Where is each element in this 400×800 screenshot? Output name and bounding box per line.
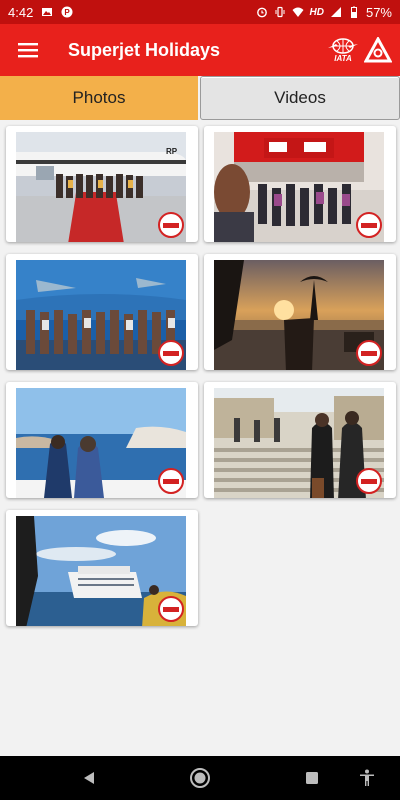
network-type: HD (309, 6, 324, 18)
signal-icon (330, 7, 341, 17)
superjet-watermark-icon (158, 596, 184, 622)
photo-card-sunset-lake[interactable] (204, 254, 396, 370)
superjet-watermark-icon (356, 340, 382, 366)
wifi-icon (292, 7, 304, 17)
taai-triangle-logo (364, 37, 392, 63)
tab-bar: Photos Videos (0, 76, 400, 120)
svg-text:RP: RP (166, 147, 178, 156)
home-icon[interactable] (189, 767, 211, 789)
status-time: 4:42 (8, 4, 34, 20)
iata-logo: IATA (328, 37, 358, 63)
superjet-watermark-icon (158, 468, 184, 494)
app-title: Superjet Holidays (68, 39, 221, 60)
app-bar: Superjet Holidays IATA (0, 24, 400, 76)
battery-level: 57% (365, 4, 392, 20)
recents-icon[interactable] (305, 771, 319, 785)
photo-card-ferrari-world-group[interactable] (204, 126, 396, 242)
superjet-watermark-icon (158, 340, 184, 366)
alarm-icon (256, 7, 267, 18)
superjet-watermark-icon (356, 468, 382, 494)
battery-icon (350, 6, 357, 18)
menu-button[interactable] (0, 24, 56, 76)
app-notification-icon: P (61, 6, 73, 18)
superjet-watermark-icon (356, 212, 382, 238)
svg-text:P: P (65, 8, 71, 17)
photo-card-steps-two-women[interactable] (204, 382, 396, 498)
photo-card-airplane-group[interactable]: RP (6, 126, 198, 242)
status-bar: 4:42 P HD 57% (0, 0, 400, 24)
iata-globe-icon (328, 37, 358, 54)
photo-card-cruise-ship[interactable] (6, 510, 198, 626)
tab-videos[interactable]: Videos (200, 76, 400, 120)
photo-card-aquarium-group[interactable] (6, 254, 198, 370)
iata-label: IATA (334, 53, 352, 63)
accessibility-icon[interactable] (359, 769, 375, 787)
gallery-notification-icon (42, 8, 53, 16)
back-icon[interactable] (82, 771, 96, 785)
hamburger-menu-icon (18, 43, 38, 58)
superjet-watermark-icon (158, 212, 184, 238)
photo-card-santorini-sea[interactable] (6, 382, 198, 498)
tab-photos[interactable]: Photos (0, 76, 198, 120)
system-nav-bar (0, 756, 400, 800)
vibrate-icon (275, 6, 285, 18)
